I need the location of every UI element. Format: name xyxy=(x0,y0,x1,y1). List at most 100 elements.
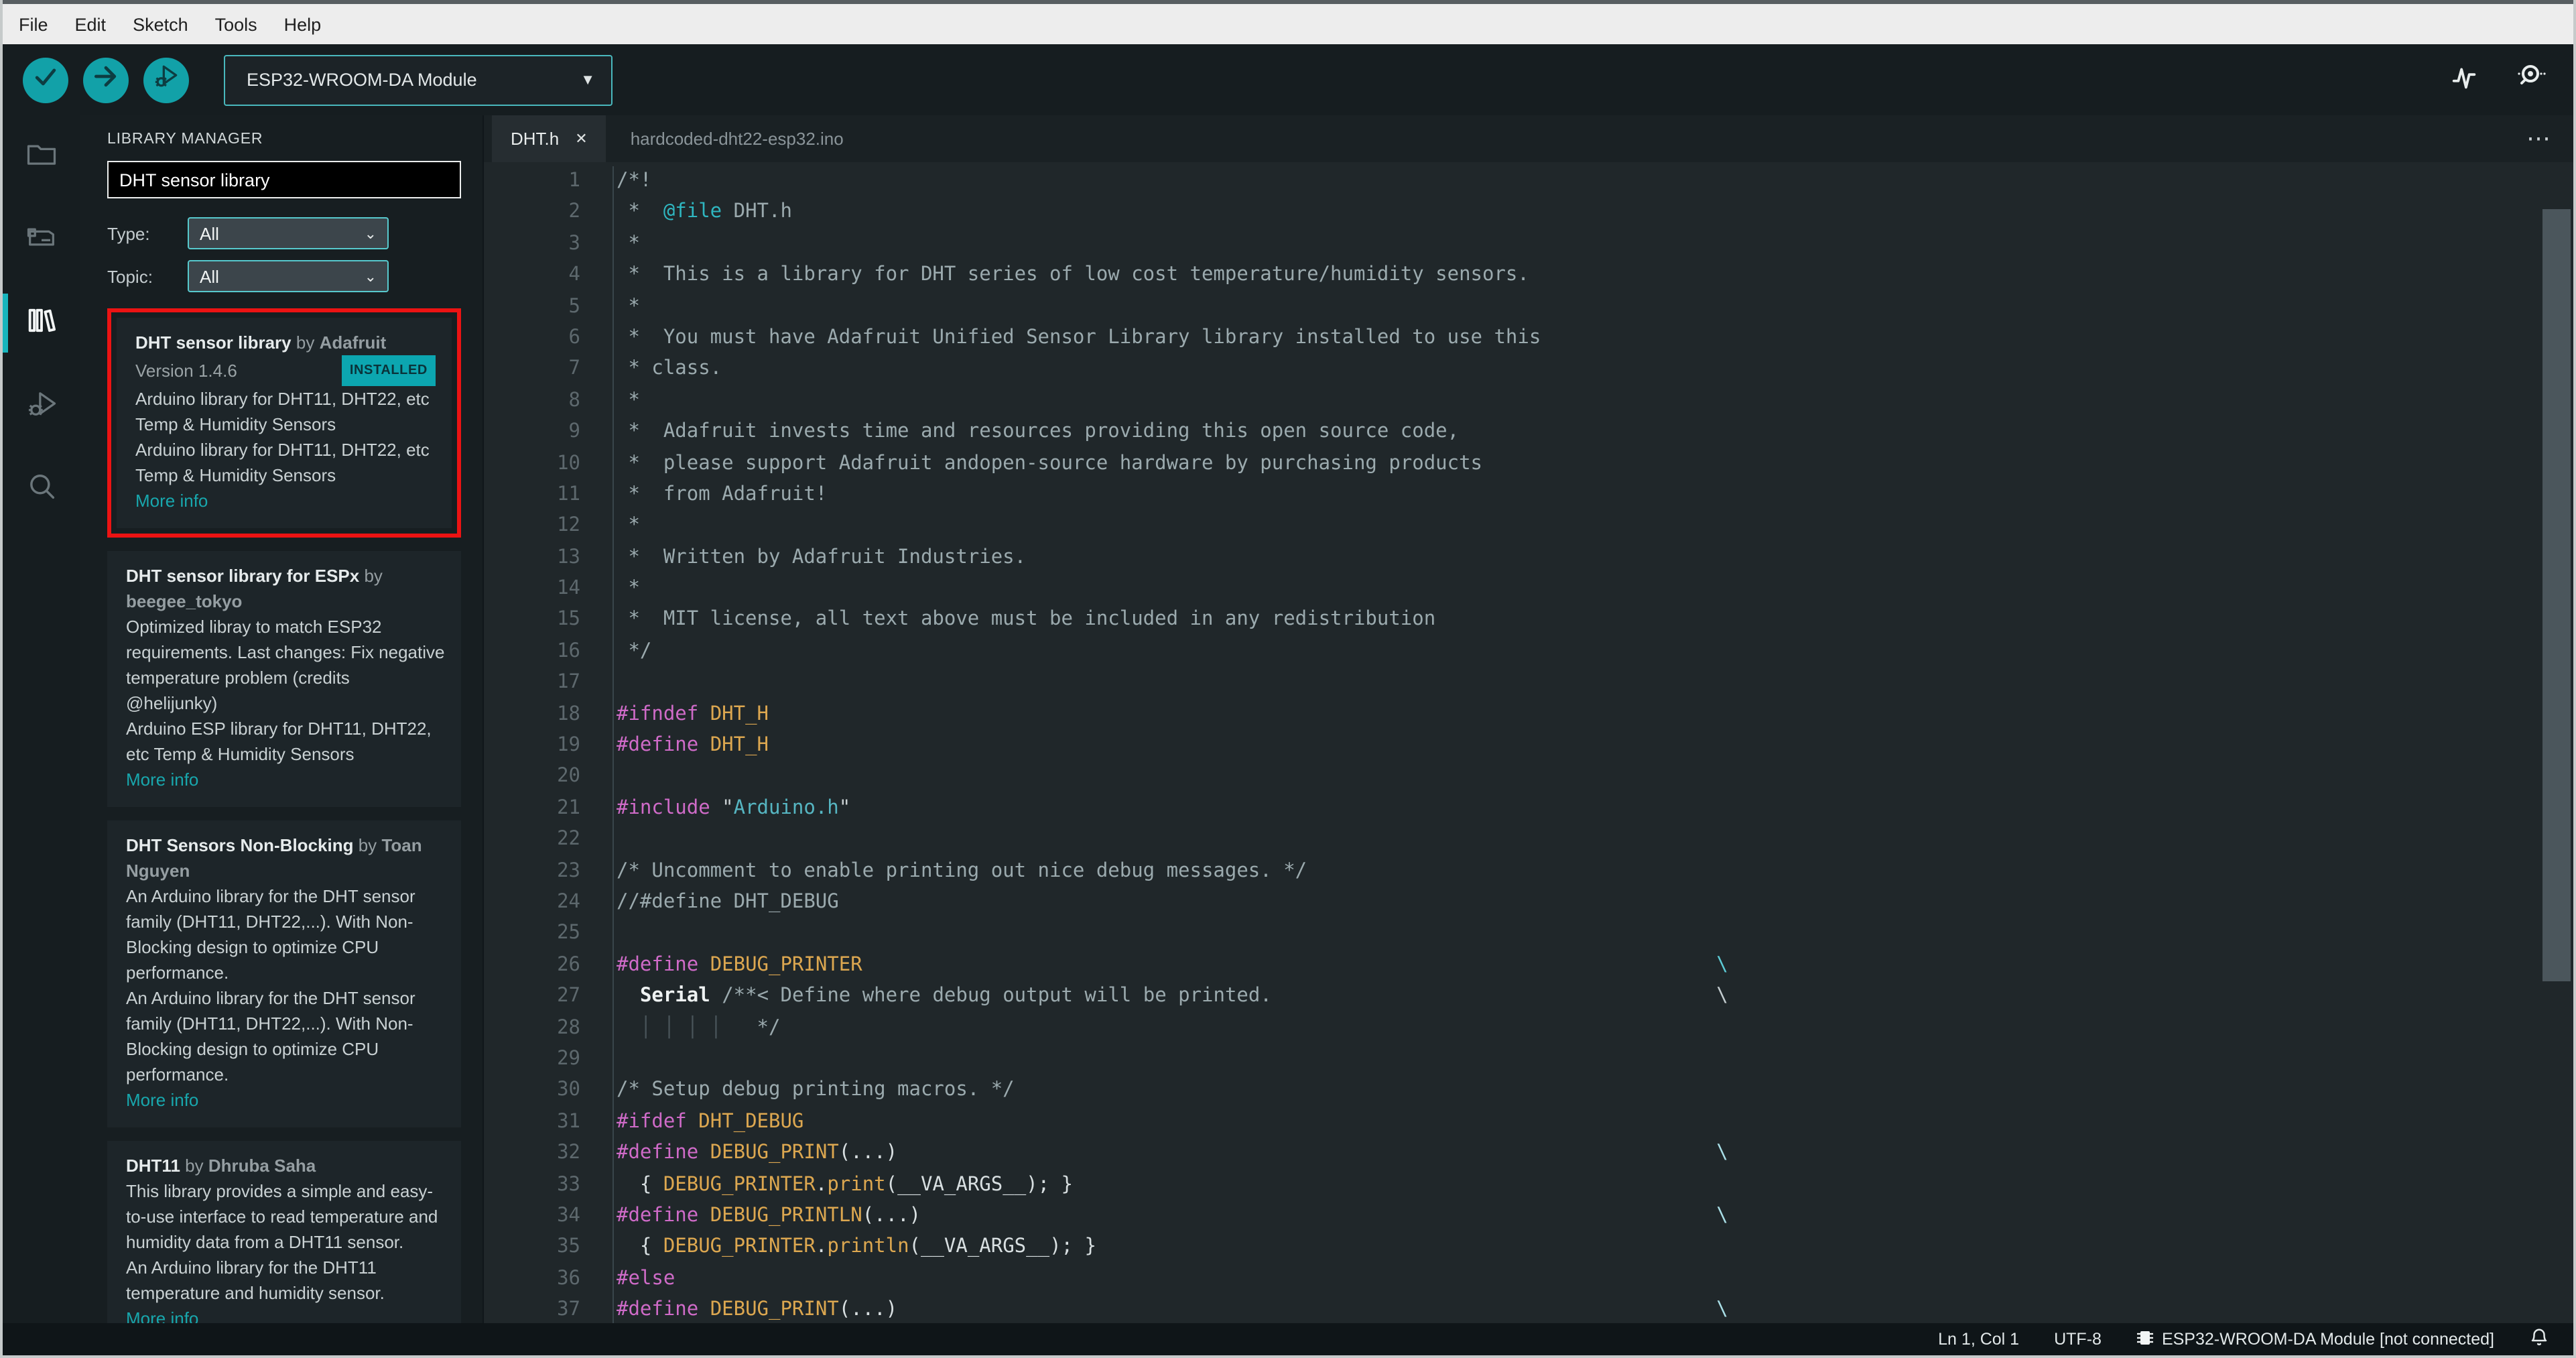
code-line[interactable]: 24 //#define DHT_DEBUG xyxy=(484,887,2573,919)
code-line[interactable]: 4 * This is a library for DHT series of … xyxy=(484,260,2573,292)
code-text: * from Adafruit! xyxy=(613,479,2573,511)
sidebar-item-sketchbook[interactable] xyxy=(3,115,80,198)
debug-button[interactable] xyxy=(143,57,189,103)
verify-button[interactable] xyxy=(23,57,68,103)
activity-bar xyxy=(3,115,80,1323)
code-line[interactable]: 21 #include "Arduino.h" xyxy=(484,793,2573,825)
debug-icon xyxy=(24,385,59,427)
code-line[interactable]: 11 * from Adafruit! xyxy=(484,479,2573,511)
code-line[interactable]: 34 #define DEBUG_PRINTLN(...) \ xyxy=(484,1200,2573,1233)
code-line[interactable]: 18 #ifndef DHT_H xyxy=(484,699,2573,731)
code-line[interactable]: 35 { DEBUG_PRINTER.println(__VA_ARGS__);… xyxy=(484,1232,2573,1264)
close-tab-icon[interactable]: ✕ xyxy=(575,130,587,147)
code-text: #include "Arduino.h" xyxy=(613,793,2573,825)
code-line[interactable]: 14 * xyxy=(484,574,2573,605)
code-line[interactable]: 17 xyxy=(484,668,2573,700)
board-selector-dropdown[interactable]: ESP32-WROOM-DA Module ▼ xyxy=(224,54,613,105)
code-editor[interactable]: 1/*! 2 * @file DHT.h 3 * 4 * This is a libr… xyxy=(484,162,2573,1323)
code-line[interactable]: 28 │ │ │ │ */ xyxy=(484,1013,2573,1044)
library-entry[interactable]: DHT Sensors Non-Blocking by Toan Nguyen A… xyxy=(107,820,461,1127)
code-line[interactable]: 5 * xyxy=(484,292,2573,323)
line-number: 4 xyxy=(568,264,580,286)
library-search-input[interactable] xyxy=(107,161,461,198)
code-line[interactable]: 30 /* Setup debug printing macros. */ xyxy=(484,1075,2573,1107)
library-entry[interactable]: DHT11 by Dhruba Saha This library provide… xyxy=(107,1141,461,1323)
filter-select-topic[interactable]: All ⌄ xyxy=(188,260,389,292)
library-list: DHT sensor library by Adafruit Version 1.… xyxy=(107,308,461,1323)
library-entry[interactable]: DHT sensor library for ESPx by beegee_to… xyxy=(107,551,461,807)
serial-plotter-icon[interactable] xyxy=(2449,61,2480,99)
library-by: by xyxy=(180,1156,208,1176)
code-line[interactable]: 9 * Adafruit invests time and resources … xyxy=(484,417,2573,449)
library-description: Optimized libray to match ESP32 requirem… xyxy=(126,617,445,713)
code-line[interactable]: 1 /*! xyxy=(484,166,2573,198)
code-line[interactable]: 20 xyxy=(484,761,2573,794)
vertical-scrollbar[interactable] xyxy=(2542,209,2571,981)
code-line[interactable]: 32 #define DEBUG_PRINT(...) \ xyxy=(484,1138,2573,1170)
code-text: #define DEBUG_PRINT(...) \ xyxy=(613,1138,2573,1170)
line-number: 8 xyxy=(568,389,580,412)
active-indicator xyxy=(3,294,8,353)
more-info-link[interactable]: More info xyxy=(135,488,208,513)
library-title: DHT sensor library for ESPx xyxy=(126,566,360,586)
editor-overflow-menu-icon[interactable]: ⋯ xyxy=(2526,125,2552,153)
code-line[interactable]: 27 Serial /**< Define where debug output… xyxy=(484,981,2573,1013)
notifications-bell-icon[interactable] xyxy=(2529,1327,2549,1351)
line-number: 28 xyxy=(557,1017,580,1039)
code-text: { DEBUG_PRINTER.println(__VA_ARGS__); } xyxy=(613,1232,2573,1264)
code-text: * @file DHT.h xyxy=(613,197,2573,229)
code-line[interactable]: 8 * xyxy=(484,385,2573,418)
filter-select-type[interactable]: All ⌄ xyxy=(188,217,389,249)
line-number: 29 xyxy=(557,1048,580,1070)
line-number: 30 xyxy=(557,1079,580,1101)
sidebar-item-boards-manager[interactable] xyxy=(3,198,80,282)
code-line[interactable]: 37 #define DEBUG_PRINT(...) \ xyxy=(484,1295,2573,1323)
cursor-position: Ln 1, Col 1 xyxy=(1938,1330,2020,1349)
code-line[interactable]: 29 xyxy=(484,1044,2573,1076)
code-line[interactable]: 31 #ifdef DHT_DEBUG xyxy=(484,1107,2573,1139)
filter-selected-value: All xyxy=(200,266,219,286)
library-entry-title-line: DHT sensor library for ESPx by beegee_to… xyxy=(126,563,445,614)
upload-button[interactable] xyxy=(83,57,129,103)
library-description: An Arduino library for the DHT11 tempera… xyxy=(126,1257,385,1303)
tab-dht-h[interactable]: DHT.h ✕ xyxy=(492,115,606,162)
line-number: 25 xyxy=(557,922,580,944)
code-line[interactable]: 22 xyxy=(484,824,2573,857)
board-status[interactable]: ESP32-WROOM-DA Module [not connected] xyxy=(2136,1328,2494,1351)
menu-sketch[interactable]: Sketch xyxy=(119,14,202,34)
code-line[interactable]: 2 * @file DHT.h xyxy=(484,197,2573,229)
serial-monitor-icon[interactable] xyxy=(2514,60,2547,99)
code-line[interactable]: 23 /* Uncomment to enable printing out ni… xyxy=(484,856,2573,887)
sidebar-item-debug[interactable] xyxy=(3,365,80,448)
sidebar-item-library-manager[interactable] xyxy=(3,282,80,365)
more-info-link[interactable]: More info xyxy=(126,1306,198,1323)
code-line[interactable]: 6 * You must have Adafruit Unified Senso… xyxy=(484,322,2573,355)
code-line[interactable]: 33 { DEBUG_PRINTER.print(__VA_ARGS__); } xyxy=(484,1170,2573,1201)
line-number: 2 xyxy=(568,201,580,223)
menu-help[interactable]: Help xyxy=(271,14,335,34)
library-entry[interactable]: DHT sensor library by Adafruit Version 1.… xyxy=(117,318,452,528)
code-line[interactable]: 25 xyxy=(484,918,2573,950)
code-line[interactable]: 19 #define DHT_H xyxy=(484,731,2573,762)
code-line[interactable]: 10 * please support Adafruit andopen-sou… xyxy=(484,448,2573,480)
code-line[interactable]: 15 * MIT license, all text above must be… xyxy=(484,605,2573,637)
library-entry-title-line: DHT11 by Dhruba Saha xyxy=(126,1153,445,1178)
library-author: Dhruba Saha xyxy=(208,1156,316,1176)
code-line[interactable]: 7 * class. xyxy=(484,354,2573,386)
line-number: 22 xyxy=(557,828,580,851)
code-line[interactable]: 12 * xyxy=(484,511,2573,543)
sidebar-item-search[interactable] xyxy=(3,448,80,531)
code-line[interactable]: 3 * xyxy=(484,229,2573,261)
menu-file[interactable]: File xyxy=(5,14,62,34)
more-info-link[interactable]: More info xyxy=(126,1087,198,1113)
code-line[interactable]: 26 #define DEBUG_PRINTER \ xyxy=(484,950,2573,982)
code-line[interactable]: 13 * Written by Adafruit Industries. xyxy=(484,542,2573,574)
main-area: LIBRARY MANAGER Type: All ⌄ Topic: All ⌄ DHT … xyxy=(3,115,2573,1323)
code-line[interactable]: 16 */ xyxy=(484,636,2573,668)
menu-tools[interactable]: Tools xyxy=(202,14,271,34)
code-line[interactable]: 36 #else xyxy=(484,1263,2573,1296)
installed-badge: INSTALLED xyxy=(341,355,436,386)
menu-edit[interactable]: Edit xyxy=(62,14,120,34)
more-info-link[interactable]: More info xyxy=(126,767,198,792)
tab-hardcoded-dht22-esp32-ino[interactable]: hardcoded-dht22-esp32.ino xyxy=(606,115,868,162)
